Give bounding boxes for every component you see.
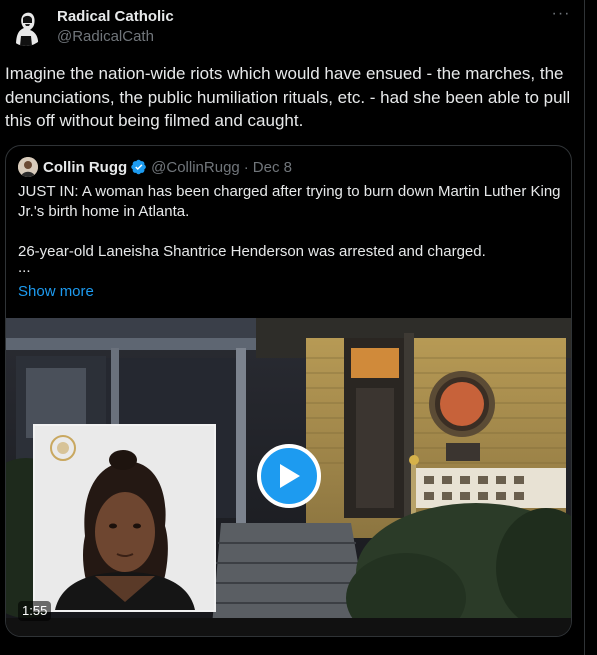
video-player[interactable]: 1:55 bbox=[6, 318, 571, 636]
show-more-link[interactable]: Show more bbox=[18, 283, 94, 300]
video-duration: 1:55 bbox=[18, 601, 52, 621]
quoted-text-line2: 26-year-old Laneisha Shantrice Henderson… bbox=[18, 243, 486, 260]
quoted-tweet[interactable]: Collin Rugg @CollinRugg · Dec 8 JUST IN:… bbox=[5, 145, 572, 637]
play-icon bbox=[280, 464, 300, 488]
quoted-avatar[interactable] bbox=[18, 157, 38, 177]
more-icon[interactable]: ··· bbox=[550, 6, 572, 26]
quoted-author-name[interactable]: Collin Rugg bbox=[43, 159, 127, 176]
play-button[interactable] bbox=[257, 444, 321, 508]
quoted-text: JUST IN: A woman has been charged after … bbox=[18, 182, 563, 276]
quoted-avatar-image bbox=[18, 157, 38, 177]
author-avatar[interactable] bbox=[6, 6, 46, 46]
quoted-text-ellipsis: ... bbox=[18, 259, 31, 276]
quoted-date[interactable]: Dec 8 bbox=[253, 159, 292, 176]
mugshot-photo bbox=[35, 426, 214, 610]
column-divider bbox=[584, 0, 585, 655]
quoted-text-line1: JUST IN: A woman has been charged after … bbox=[18, 183, 561, 220]
tweet[interactable]: Radical Catholic @RadicalCath ··· Imagin… bbox=[0, 0, 584, 655]
meta-separator: · bbox=[243, 158, 249, 176]
tweet-text: Imagine the nation-wide riots which woul… bbox=[5, 64, 571, 130]
author-name[interactable]: Radical Catholic bbox=[57, 8, 174, 25]
author-avatar-image bbox=[6, 6, 46, 46]
mugshot-image bbox=[33, 424, 216, 612]
quoted-author-handle[interactable]: @CollinRugg bbox=[151, 159, 240, 176]
author-handle[interactable]: @RadicalCath bbox=[57, 28, 154, 45]
verified-badge-icon bbox=[131, 159, 146, 175]
quoted-header: Collin Rugg @CollinRugg · Dec 8 bbox=[18, 157, 292, 177]
